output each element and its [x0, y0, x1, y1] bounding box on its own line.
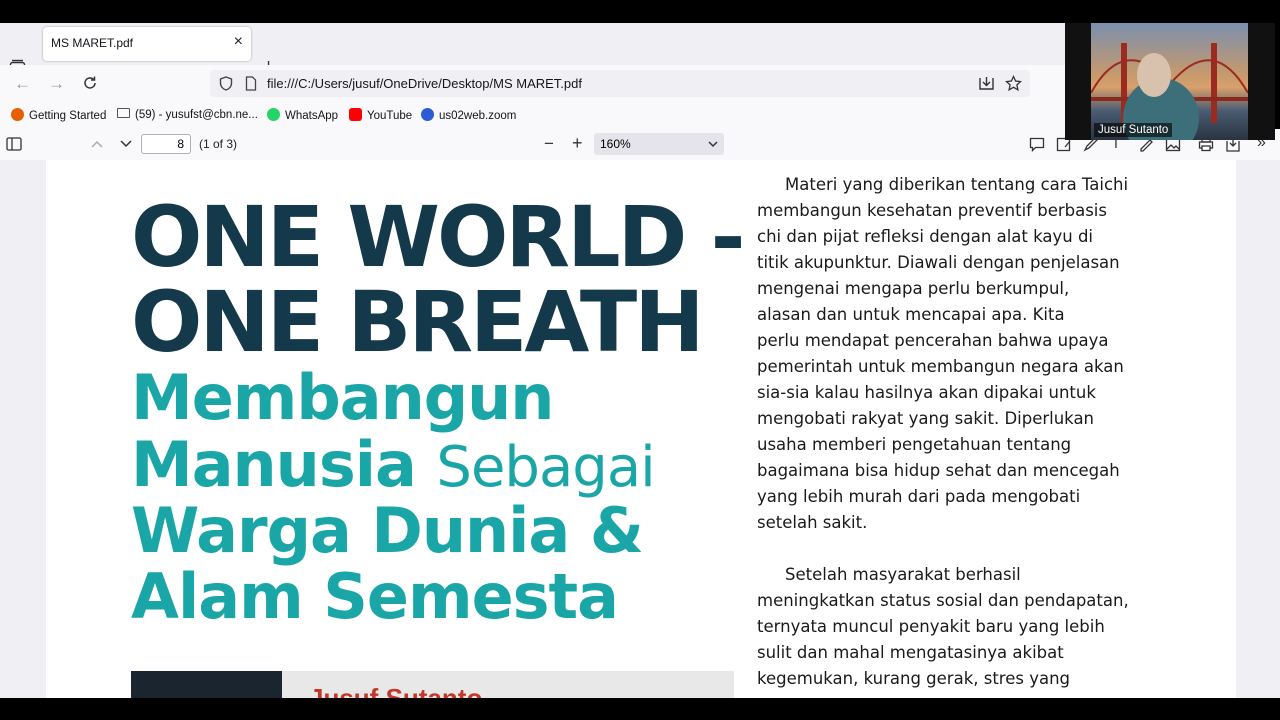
- text-line: mengobati rakyat yang sakit. Diperlukan: [757, 409, 1095, 428]
- text-line: membangun kesehatan preventif berbasis: [757, 201, 1107, 220]
- back-icon[interactable]: ←: [14, 74, 31, 94]
- text-line: chi dan pijat refleksi dengan alat kayu …: [757, 227, 1094, 246]
- text-line: bagaimana bisa hidup sehat dan mencegah: [757, 461, 1120, 480]
- bottom-black-bar: [0, 698, 1280, 720]
- forward-icon[interactable]: →: [48, 74, 65, 94]
- youtube-icon: [349, 108, 362, 121]
- whatsapp-icon: [267, 108, 280, 121]
- text-line: mengenai mengapa perlu berkumpul,: [757, 279, 1070, 298]
- tab-title: MS MARET.pdf: [51, 36, 134, 50]
- video-call-tile[interactable]: Jusuf Sutanto: [1065, 23, 1275, 140]
- text-line: perlu mendapat pencerahan bahwa upaya: [757, 331, 1109, 350]
- download-icon[interactable]: [978, 75, 995, 92]
- reload-icon[interactable]: [82, 75, 98, 91]
- subhead-line-3: Warga Dunia &: [131, 494, 644, 567]
- paragraph-1: Materi yang diberikan tentang cara Taich…: [757, 172, 1157, 536]
- bookmark-star-icon[interactable]: [1005, 75, 1022, 92]
- bookmark-mail[interactable]: (59) - yusufst@cbn.ne...: [117, 108, 258, 121]
- text-line: meningkatkan status sosial dan pendapata…: [757, 591, 1129, 610]
- paragraph-2: Setelah masyarakat berhasil meningkatkan…: [757, 562, 1157, 692]
- url-text: file:///C:/Users/jusuf/OneDrive/Desktop/…: [267, 76, 582, 91]
- zoom-out-icon[interactable]: −: [544, 134, 554, 154]
- headline-line-1: ONE WORLD -: [131, 188, 745, 286]
- headline-line-2: ONE BREATH: [131, 273, 705, 371]
- address-bar[interactable]: file:///C:/Users/jusuf/OneDrive/Desktop/…: [210, 70, 1030, 97]
- participant-name: Jusuf Sutanto: [1094, 123, 1173, 137]
- comment-icon[interactable]: [1029, 137, 1045, 152]
- firefox-icon: [11, 108, 24, 121]
- subhead-line-4: Alam Semesta: [131, 560, 619, 633]
- close-tab-icon[interactable]: ×: [234, 33, 243, 51]
- zoom-select[interactable]: 160%: [594, 133, 724, 155]
- subhead-line-2: Manusia Sebagai: [131, 428, 656, 501]
- text-line: sia-sia kalau hasilnya akan dipakai untu…: [757, 383, 1096, 402]
- text-line: kegemukan, kurang gerak, stres yang: [757, 669, 1071, 688]
- bookmark-whatsapp[interactable]: WhatsApp: [267, 108, 338, 122]
- text-line: usaha memberi pengetahuan tentang: [757, 435, 1072, 454]
- page-number-input[interactable]: 8: [141, 134, 191, 154]
- pdf-viewer[interactable]: ONE WORLD - ONE BREATH Membangun Manusia…: [0, 160, 1280, 698]
- shield-icon[interactable]: [219, 76, 233, 91]
- bookmark-zoom[interactable]: us02web.zoom: [421, 108, 516, 122]
- participant-video: Jusuf Sutanto: [1091, 23, 1248, 140]
- text-line: ternyata muncul penyakit baru yang lebih: [757, 617, 1105, 636]
- page-icon: [245, 76, 257, 91]
- next-page-icon[interactable]: [119, 138, 133, 150]
- author-photo: [131, 671, 282, 698]
- text-line: Materi yang diberikan tentang cara Taich…: [785, 175, 1129, 194]
- text-line: yang lebih murah dari pada mengobati: [757, 487, 1081, 506]
- page-count: (1 of 3): [199, 137, 238, 151]
- text-line: Setelah masyarakat berhasil: [785, 565, 1021, 584]
- subhead-line-1: Membangun: [131, 361, 554, 434]
- previous-page-icon[interactable]: [90, 138, 104, 150]
- bookmarks-toolbar: Getting Started (59) - yusufst@cbn.ne...…: [0, 101, 1065, 130]
- author-block: Jusuf Sutanto: [131, 671, 734, 698]
- text-line: titik akupunktur. Diawali dengan penjela…: [757, 253, 1120, 272]
- text-line: sulit dan mahal mengatasinya akibat: [757, 643, 1064, 662]
- zoom-in-icon[interactable]: +: [572, 133, 583, 154]
- text-line: pemerintah untuk membangun negara akan: [757, 357, 1124, 376]
- zoom-icon: [421, 108, 434, 121]
- sidebar-toggle-icon[interactable]: [6, 137, 22, 151]
- bookmark-getting-started[interactable]: Getting Started: [11, 108, 106, 122]
- tab-ms-maret[interactable]: MS MARET.pdf ×: [43, 27, 251, 61]
- chevron-down-icon: [708, 141, 718, 148]
- mail-icon: [117, 108, 130, 118]
- text-line: alasan dan untuk mencapai apa. Kita: [757, 305, 1065, 324]
- bookmark-youtube[interactable]: YouTube: [349, 108, 412, 122]
- pdf-page: ONE WORLD - ONE BREATH Membangun Manusia…: [46, 160, 1236, 698]
- text-line: setelah sakit.: [757, 513, 868, 532]
- author-name: Jusuf Sutanto: [309, 683, 483, 698]
